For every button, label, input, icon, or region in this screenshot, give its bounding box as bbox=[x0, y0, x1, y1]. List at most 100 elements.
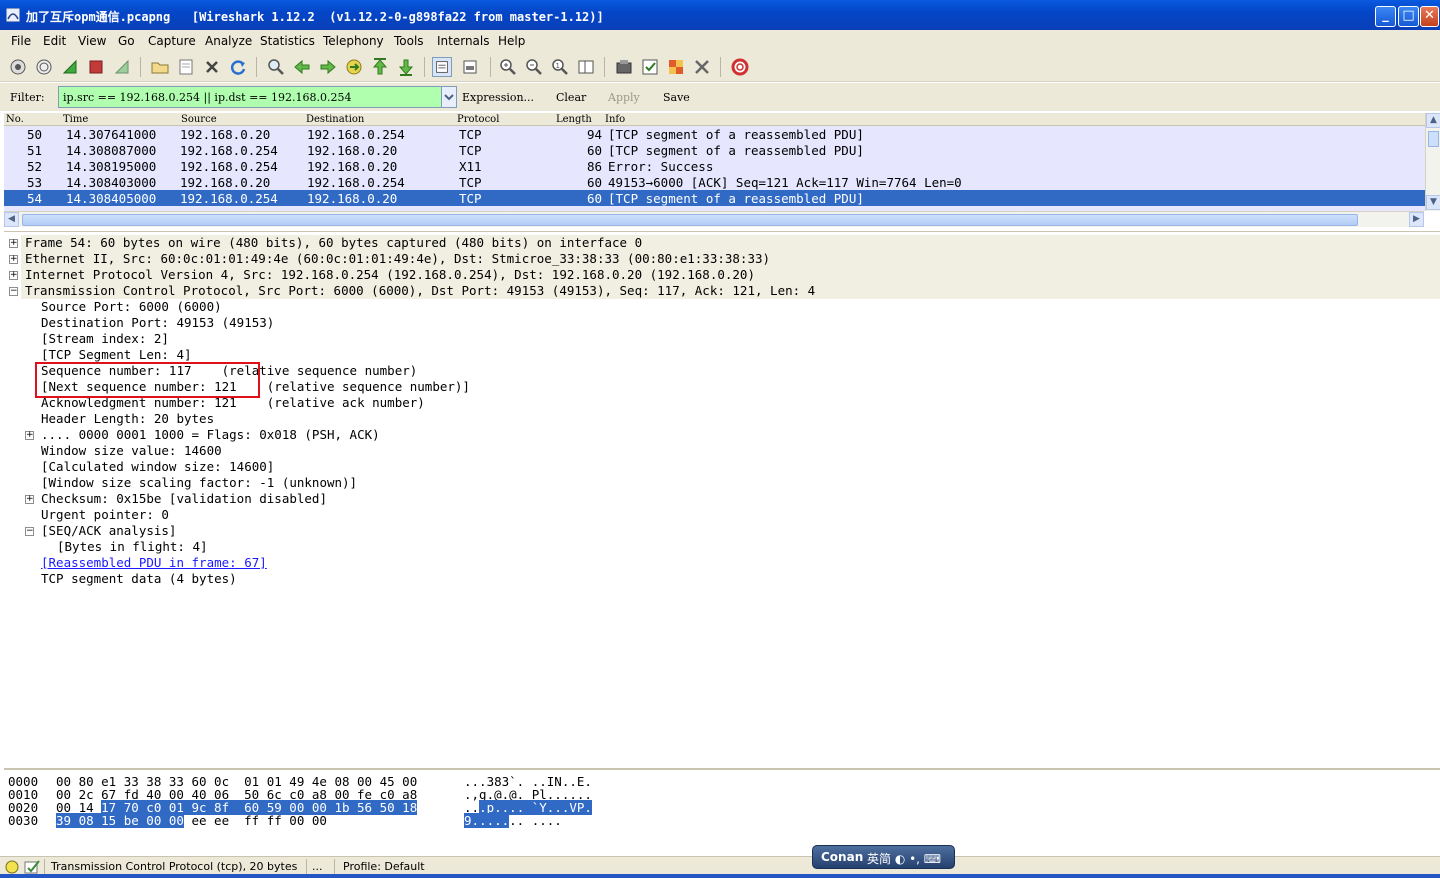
capture-comment-icon[interactable] bbox=[24, 860, 40, 874]
menu-tools[interactable]: Tools bbox=[394, 34, 424, 48]
hex-bytes-line[interactable]: 00 14 17 70 c0 01 9c 8f 60 59 00 00 1b 5… bbox=[56, 800, 418, 815]
capture-filters-icon[interactable] bbox=[614, 57, 634, 77]
expand-icon[interactable]: + bbox=[9, 255, 18, 264]
ascii-bytes-line[interactable]: ...p.... `Y...VP. bbox=[464, 800, 592, 815]
menu-telephony[interactable]: Telephony bbox=[323, 34, 384, 48]
start-capture-icon[interactable] bbox=[60, 57, 80, 77]
detail-line[interactable]: Header Length: 20 bytes bbox=[41, 411, 214, 427]
horizontal-scroll-thumb[interactable] bbox=[22, 214, 1358, 226]
detail-line[interactable]: Internet Protocol Version 4, Src: 192.16… bbox=[21, 267, 1440, 283]
scroll-down-icon[interactable]: ▼ bbox=[1426, 195, 1440, 210]
expand-icon[interactable]: + bbox=[25, 431, 34, 440]
packet-row[interactable]: 51 14.308087000 192.168.0.254 192.168.0.20 T… bbox=[4, 142, 1428, 158]
hex-offset-cell[interactable]: 0020 bbox=[8, 800, 38, 815]
packet-row[interactable]: 50 14.307641000 192.168.0.20 192.168.0.254 T… bbox=[4, 126, 1428, 142]
interfaces-icon[interactable] bbox=[8, 57, 28, 77]
detail-line[interactable]: TCP segment data (4 bytes) bbox=[41, 571, 237, 587]
menu-analyze[interactable]: Analyze bbox=[205, 34, 252, 48]
preferences-icon[interactable] bbox=[692, 57, 712, 77]
display-filters-icon[interactable] bbox=[640, 57, 660, 77]
normal-size-icon[interactable]: 1 bbox=[550, 57, 570, 77]
menu-statistics[interactable]: Statistics bbox=[260, 34, 315, 48]
menu-capture[interactable]: Capture bbox=[148, 34, 196, 48]
detail-line[interactable]: [SEQ/ACK analysis] bbox=[41, 523, 176, 539]
detail-line[interactable]: [Window size scaling factor: -1 (unknown… bbox=[41, 475, 357, 491]
scroll-up-icon[interactable]: ▲ bbox=[1426, 113, 1440, 128]
menu-view[interactable]: View bbox=[78, 34, 106, 48]
clear-button[interactable]: Clear bbox=[556, 91, 586, 104]
detail-line[interactable]: Urgent pointer: 0 bbox=[41, 507, 169, 523]
detail-line[interactable]: [Bytes in flight: 4] bbox=[57, 539, 208, 555]
collapse-icon[interactable]: − bbox=[9, 287, 18, 296]
expand-icon[interactable]: + bbox=[25, 495, 34, 504]
last-packet-icon[interactable] bbox=[396, 57, 416, 77]
packet-list-horizontal-scrollbar[interactable]: ◀ ▶ bbox=[4, 211, 1424, 227]
hex-offset-cell[interactable]: 0010 bbox=[8, 787, 38, 802]
column-header-protocol[interactable]: Protocol bbox=[457, 114, 499, 125]
ascii-bytes-line[interactable]: .,g.@.@. Pl...... bbox=[464, 787, 592, 802]
hex-bytes-line[interactable]: 00 2c 67 fd 40 00 40 06 50 6c c0 a8 00 f… bbox=[56, 787, 417, 802]
hex-offset-cell[interactable]: 0030 bbox=[8, 813, 38, 828]
open-file-icon[interactable] bbox=[150, 57, 170, 77]
autoscroll-icon[interactable] bbox=[460, 57, 480, 77]
detail-line[interactable]: Window size value: 14600 bbox=[41, 443, 222, 459]
packet-list-vertical-scrollbar[interactable]: ▲ ▼ bbox=[1425, 113, 1440, 211]
options-icon[interactable] bbox=[34, 57, 54, 77]
column-header-time[interactable]: Time bbox=[63, 114, 88, 125]
back-icon[interactable] bbox=[292, 57, 312, 77]
menu-internals[interactable]: Internals bbox=[437, 34, 490, 48]
detail-line[interactable]: [Stream index: 2] bbox=[41, 331, 169, 347]
ascii-bytes-line[interactable]: ...383`. ..IN..E. bbox=[464, 774, 592, 789]
column-header-no[interactable]: No. bbox=[6, 114, 24, 125]
packet-row[interactable]: 54 14.308405000 192.168.0.254 192.168.0.20 T… bbox=[4, 190, 1428, 206]
ascii-bytes-line[interactable]: 9....... .... bbox=[464, 813, 562, 828]
detail-line[interactable]: .... 0000 0001 1000 = Flags: 0x018 (PSH,… bbox=[41, 427, 380, 443]
detail-line[interactable]: Transmission Control Protocol, Src Port:… bbox=[21, 283, 1440, 299]
stop-capture-icon[interactable] bbox=[86, 57, 106, 77]
hex-offset-cell[interactable]: 0000 bbox=[8, 774, 38, 789]
collapse-icon[interactable]: − bbox=[25, 527, 34, 536]
expression-button[interactable]: Expression... bbox=[462, 91, 534, 104]
apply-button[interactable]: Apply bbox=[608, 91, 640, 104]
save-filter-button[interactable]: Save bbox=[663, 91, 690, 104]
zoom-in-icon[interactable] bbox=[498, 57, 518, 77]
vertical-scroll-thumb[interactable] bbox=[1428, 131, 1439, 147]
reload-icon[interactable] bbox=[228, 57, 248, 77]
menu-go[interactable]: Go bbox=[118, 34, 135, 48]
help-icon[interactable] bbox=[730, 57, 750, 77]
colorize-icon[interactable] bbox=[432, 57, 452, 77]
restart-capture-icon[interactable] bbox=[112, 57, 132, 77]
menu-file[interactable]: File bbox=[11, 34, 31, 48]
menu-edit[interactable]: Edit bbox=[43, 34, 66, 48]
status-profile[interactable]: Profile: Default bbox=[343, 860, 425, 873]
find-icon[interactable] bbox=[266, 57, 286, 77]
packet-row[interactable]: 53 14.308403000 192.168.0.20 192.168.0.254 T… bbox=[4, 174, 1428, 190]
detail-line[interactable]: Destination Port: 49153 (49153) bbox=[41, 315, 274, 331]
hex-bytes-line[interactable]: 39 08 15 be 00 00 ee ee ff ff 00 00 bbox=[56, 813, 327, 828]
detail-line[interactable]: Frame 54: 60 bytes on wire (480 bits), 6… bbox=[21, 235, 1440, 251]
filter-dropdown-button[interactable] bbox=[441, 86, 457, 108]
detail-line[interactable]: [Calculated window size: 14600] bbox=[41, 459, 274, 475]
resize-columns-icon[interactable] bbox=[576, 57, 596, 77]
ime-toolbar[interactable]: Conan 英简 ◐ •, ⌨ bbox=[812, 845, 955, 869]
zoom-out-icon[interactable] bbox=[524, 57, 544, 77]
packet-row[interactable]: 52 14.308195000 192.168.0.254 192.168.0.20 X… bbox=[4, 158, 1428, 174]
menu-help[interactable]: Help bbox=[498, 34, 525, 48]
detail-link[interactable]: [Reassembled PDU in frame: 67] bbox=[41, 555, 267, 571]
maximize-button[interactable]: □ bbox=[1398, 6, 1419, 27]
expand-icon[interactable]: + bbox=[9, 271, 18, 280]
column-header-info[interactable]: Info bbox=[605, 114, 625, 125]
column-header-length[interactable]: Length bbox=[556, 114, 592, 125]
close-file-icon[interactable] bbox=[202, 57, 222, 77]
first-packet-icon[interactable] bbox=[370, 57, 390, 77]
expand-icon[interactable]: + bbox=[9, 239, 18, 248]
scroll-right-icon[interactable]: ▶ bbox=[1409, 212, 1424, 227]
detail-line[interactable]: Source Port: 6000 (6000) bbox=[41, 299, 222, 315]
close-button[interactable]: ✕ bbox=[1420, 6, 1439, 27]
save-file-icon[interactable] bbox=[176, 57, 196, 77]
goto-icon[interactable] bbox=[344, 57, 364, 77]
hex-bytes-line[interactable]: 00 80 e1 33 38 33 60 0c 01 01 49 4e 08 0… bbox=[56, 774, 417, 789]
forward-icon[interactable] bbox=[318, 57, 338, 77]
detail-line[interactable]: Ethernet II, Src: 60:0c:01:01:49:4e (60:… bbox=[21, 251, 1440, 267]
detail-line[interactable]: [TCP Segment Len: 4] bbox=[41, 347, 192, 363]
